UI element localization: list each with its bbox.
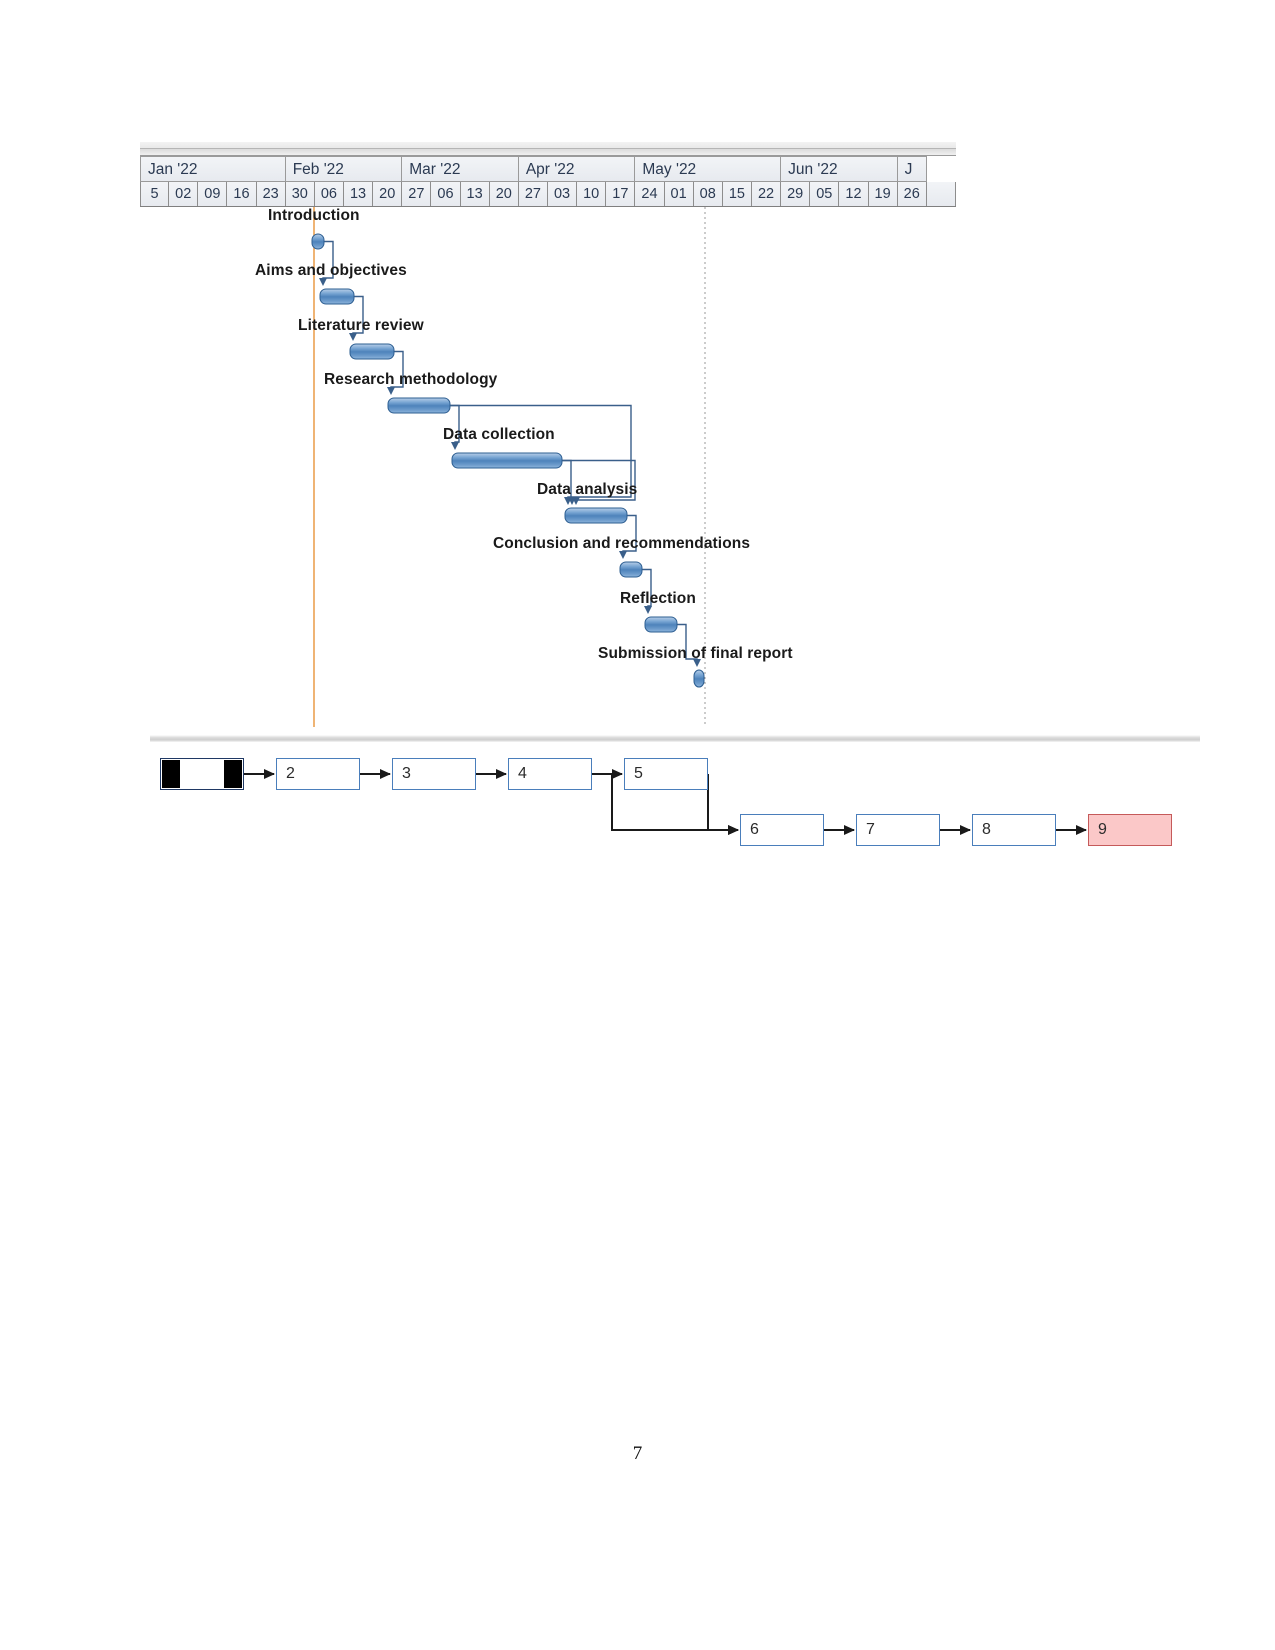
- gantt-task-bar[interactable]: [564, 507, 628, 524]
- selection-handle-left[interactable]: [162, 760, 180, 788]
- gantt-milestone-marker[interactable]: [311, 233, 325, 250]
- timeline-month-cell: Jan '22: [140, 157, 286, 181]
- timeline-week-cell: 19: [868, 182, 898, 206]
- gantt-chart: Jan '22 Feb '22 Mar '22 Apr '22 May '22 Jun '…: [140, 142, 956, 727]
- gantt-task-label: Aims and objectives: [255, 262, 407, 279]
- gantt-graphics: [311, 207, 706, 727]
- section-divider: [150, 735, 1200, 742]
- network-node[interactable]: 2: [276, 758, 360, 790]
- network-connector: [707, 774, 739, 835]
- timeline-week-cell: 13: [460, 182, 490, 206]
- timeline-week-cell: 30: [285, 182, 315, 206]
- gantt-task-label: Conclusion and recommendations: [493, 535, 751, 552]
- timeline-week-cell: 20: [489, 182, 519, 206]
- timeline-week-cell: 06: [314, 182, 344, 206]
- gantt-task-bar[interactable]: [319, 288, 355, 305]
- page-number: 7: [632, 1443, 643, 1464]
- gantt-task-label: Reflection: [620, 590, 696, 607]
- timeline-week-cell: 20: [373, 182, 403, 206]
- timeline-week-cell: 03: [547, 182, 578, 206]
- timeline-week-cell: 02: [169, 182, 199, 206]
- timeline-week-cell: 15: [722, 182, 752, 206]
- gantt-milestone-marker[interactable]: [693, 669, 705, 688]
- network-diagram: 123456789: [150, 748, 1190, 858]
- gantt-task-bar[interactable]: [451, 452, 563, 469]
- network-node[interactable]: 3: [392, 758, 476, 790]
- timeline-week-cell: 05: [810, 182, 840, 206]
- gantt-toolbar-strip: [140, 142, 956, 156]
- gantt-plot-area[interactable]: Introduction Aims and objectives Literatur…: [140, 207, 956, 727]
- timeline-week-cell: 29: [781, 182, 811, 206]
- timeline-month-cell: May '22: [635, 157, 782, 181]
- gantt-task-label: Submission of final report: [598, 645, 793, 662]
- gantt-task-bar[interactable]: [387, 397, 451, 414]
- gantt-task-bar[interactable]: [349, 343, 395, 360]
- timeline-month-cell: Apr '22: [518, 157, 636, 181]
- timeline-week-cell: 5: [140, 182, 170, 206]
- timeline-week-cell: 12: [839, 182, 869, 206]
- timeline-month-cell: Jun '22: [781, 157, 898, 181]
- timeline-week-cell: 13: [343, 182, 374, 206]
- timeline-month-cell: Mar '22: [402, 157, 519, 181]
- network-node[interactable]: 8: [972, 814, 1056, 846]
- selection-handle-right[interactable]: [224, 760, 242, 788]
- timeline-month-cell: Feb '22: [285, 157, 403, 181]
- timeline-week-cell: 10: [577, 182, 607, 206]
- timeline-week-cell: 09: [198, 182, 228, 206]
- timeline-week-cell: 26: [897, 182, 927, 206]
- timeline-week-cell: 27: [518, 182, 548, 206]
- gantt-task-label: Data collection: [443, 426, 555, 443]
- timeline-week-cell: 24: [635, 182, 665, 206]
- timeline-week-cell: [926, 182, 956, 206]
- timeline-week-cell: 27: [402, 182, 432, 206]
- network-node[interactable]: 7: [856, 814, 940, 846]
- gantt-task-label: Data analysis: [537, 481, 638, 498]
- timeline-week-cell: 06: [431, 182, 461, 206]
- timeline-week-cell: 22: [751, 182, 782, 206]
- timeline-month-header[interactable]: Jan '22 Feb '22 Mar '22 Apr '22 May '22 Jun '…: [140, 156, 927, 182]
- timeline-week-cell: 08: [693, 182, 723, 206]
- timeline-week-cell: 01: [664, 182, 694, 206]
- network-node[interactable]: 6: [740, 814, 824, 846]
- timeline-week-header[interactable]: 5 02 09 16 23 30 06 13 20 27 06 13 20 27 03 10 17 24 01 08 1…: [140, 182, 956, 207]
- timeline-week-cell: 17: [606, 182, 636, 206]
- timeline-week-cell: 23: [256, 182, 286, 206]
- gantt-task-bar[interactable]: [619, 561, 643, 578]
- gantt-task-label: Literature review: [298, 317, 424, 334]
- network-node[interactable]: 4: [508, 758, 592, 790]
- network-node[interactable]: 9: [1088, 814, 1172, 846]
- gantt-task-label: Research methodology: [324, 371, 498, 388]
- gantt-task-label: Introduction: [268, 207, 360, 224]
- gantt-task-bar[interactable]: [644, 616, 678, 633]
- timeline-month-cell: J: [897, 157, 927, 181]
- timeline-week-cell: 16: [227, 182, 257, 206]
- network-node[interactable]: 5: [624, 758, 708, 790]
